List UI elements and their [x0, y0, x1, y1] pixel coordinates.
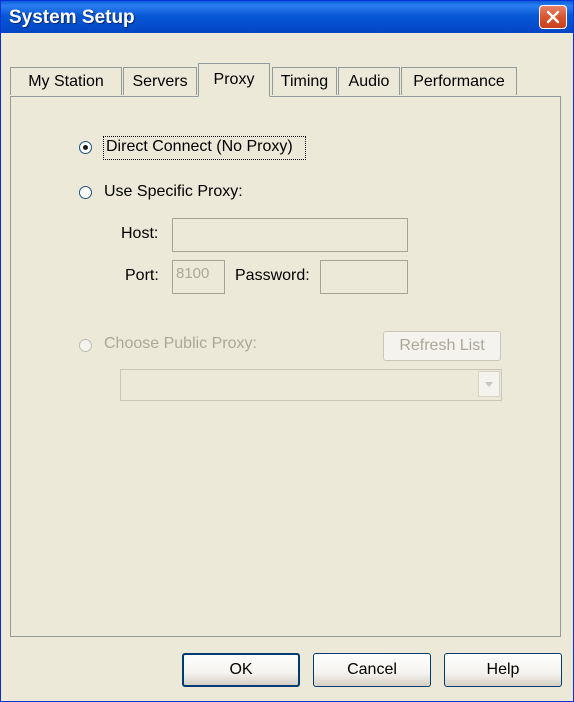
- title-bar[interactable]: System Setup: [1, 1, 573, 33]
- chevron-down-icon: [485, 382, 493, 387]
- ok-label: OK: [229, 661, 253, 678]
- tab-performance[interactable]: Performance: [401, 67, 517, 95]
- tab-timing[interactable]: Timing: [272, 67, 337, 95]
- specific-proxy-radio[interactable]: [79, 186, 92, 199]
- host-input[interactable]: [172, 218, 408, 252]
- tab-audio[interactable]: Audio: [338, 67, 400, 95]
- cancel-label: Cancel: [347, 661, 397, 678]
- direct-connect-radio[interactable]: [79, 141, 92, 154]
- tab-my-station[interactable]: My Station: [10, 67, 122, 95]
- help-button[interactable]: Help: [444, 653, 562, 687]
- tab-servers[interactable]: Servers: [123, 67, 197, 95]
- close-button[interactable]: [539, 5, 567, 29]
- public-proxy-label[interactable]: Choose Public Proxy:: [104, 335, 257, 353]
- tab-label: Servers: [132, 72, 188, 90]
- cancel-button[interactable]: Cancel: [313, 653, 431, 687]
- window-title: System Setup: [9, 7, 135, 28]
- proxy-panel: Direct Connect (No Proxy) Use Specific P…: [10, 96, 561, 637]
- refresh-list-button[interactable]: Refresh List: [383, 331, 501, 361]
- system-setup-dialog: System Setup My Station Servers Proxy Ti…: [0, 0, 574, 702]
- specific-proxy-label[interactable]: Use Specific Proxy:: [104, 183, 243, 201]
- tab-label: Audio: [348, 72, 390, 90]
- password-label: Password:: [235, 267, 310, 284]
- public-proxy-dropdown[interactable]: [120, 369, 502, 401]
- radio-selected-dot: [83, 145, 88, 150]
- ok-button[interactable]: OK: [182, 653, 300, 687]
- help-label: Help: [486, 661, 520, 678]
- public-proxy-radio[interactable]: [79, 339, 92, 352]
- port-input[interactable]: 8100: [172, 260, 225, 294]
- direct-connect-label[interactable]: Direct Connect (No Proxy): [106, 138, 293, 156]
- dropdown-arrow-button[interactable]: [478, 371, 500, 397]
- close-icon: [546, 10, 560, 24]
- password-input[interactable]: [320, 260, 408, 294]
- refresh-list-label: Refresh List: [399, 337, 485, 354]
- tab-label: Performance: [413, 72, 505, 90]
- tab-label: Timing: [280, 72, 329, 90]
- host-label: Host:: [121, 225, 159, 242]
- tab-proxy[interactable]: Proxy: [198, 63, 270, 97]
- port-label: Port:: [125, 267, 159, 284]
- tab-label: My Station: [28, 72, 104, 90]
- tab-label: Proxy: [213, 71, 255, 88]
